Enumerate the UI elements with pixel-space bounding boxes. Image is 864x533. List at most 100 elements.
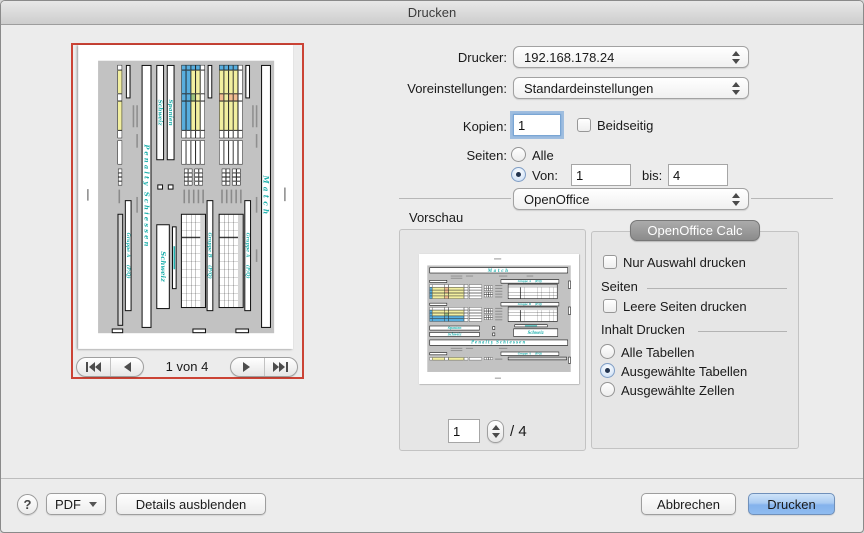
popup-arrows-icon [732,193,741,206]
pages-to-label: bis: [642,168,662,183]
popup-arrows-icon [732,82,741,95]
pages-from-label: Von: [532,168,558,183]
schweiz-box-right: Schweiz [513,329,558,337]
group-a2-bar: Gruppe A(P/Q) [125,200,132,311]
vorschau-page-input[interactable] [448,419,480,443]
left-preview-mount: Match Gruppe A(P/Q) Gruppe B(P/Q) [78,45,293,349]
preview-nav-back-group [76,357,144,377]
print-button[interactable]: Drucken [748,493,835,515]
preview-page-status: 1 von 4 [144,359,230,374]
pages-all-radio[interactable] [511,147,526,162]
preview-table-bottom-right [508,357,567,360]
copies-label: Kopien: [337,119,507,134]
sheet-header-text [284,188,286,202]
sheet-title: Match [488,268,510,273]
pages-label: Seiten: [337,148,507,163]
details-toggle-button[interactable]: Details ausblenden [116,493,266,515]
group-a2-bar: Gruppe A(P/Q) [501,352,559,356]
selected-cells-radio[interactable] [600,382,615,397]
spanien-box: Spanien [429,326,479,331]
section-divider [399,198,511,199]
selected-cells-label: Ausgewählte Zellen [621,383,734,398]
empty-pages-checkbox[interactable] [603,299,617,313]
stepper-down-icon [492,433,500,438]
pages-section-line [647,288,787,289]
help-icon: ? [24,497,32,512]
sheet-footer-text [87,189,89,201]
selected-tables-label: Ausgewählte Tabellen [621,364,747,379]
previous-page-icon [121,362,133,372]
preview-table-bottom [429,357,468,360]
printer-select[interactable]: 192.168.178.24 [513,46,749,68]
cancel-button[interactable]: Abbrechen [641,493,736,515]
popup-arrows-icon [732,51,741,64]
printer-label: Drucker: [337,50,507,65]
app-options-select[interactable]: OpenOffice [513,188,749,210]
next-page-icon [241,362,253,372]
first-page-button[interactable] [77,358,110,376]
empty-pages-label: Leere Seiten drucken [623,299,747,314]
spanien-box: Spanien [167,65,175,160]
duplex-checkbox[interactable] [577,118,591,132]
preview-nav-forward-group [230,357,298,377]
vorschau-label: Vorschau [409,210,463,225]
sheet-content-area: Match Gruppe A(P/Q) Gruppe B(P/Q) [98,61,274,333]
sheet-title: Match [262,176,270,218]
penalty-bar: Penalty Schiessen [429,340,568,346]
only-selection-checkbox[interactable] [603,255,617,269]
sheet-content-area: Match Gruppe A(P/Q) Gruppe B(P/Q) [427,265,570,372]
presets-label: Voreinstellungen: [337,81,507,96]
pages-all-label: Alle [532,148,554,163]
preview-table-b-right [181,214,206,308]
group-a-bar: Gruppe A(P/Q) [244,200,251,311]
pages-range-radio[interactable] [511,167,526,182]
sheet-title-bar: Match [429,267,568,273]
sheet-footer-text [495,378,501,379]
vorschau-page-total: / 4 [510,423,527,440]
copies-input[interactable] [513,114,561,136]
only-selection-label: Nur Auswahl drucken [623,255,746,270]
section-divider [751,198,833,199]
preview-table-a-right [508,284,558,299]
penalty-bar: Penalty Schiessen [142,65,152,328]
pdf-dropdown-arrow-icon [89,502,97,507]
last-page-button[interactable] [264,358,298,376]
preview-table-bottom-right [117,214,123,326]
pdf-button[interactable]: PDF [46,493,106,515]
print-preview-page: Match Gruppe A(P/Q) Gruppe B(P/Q) [78,45,293,349]
preview-table-bottom [117,65,122,138]
previous-page-button[interactable] [110,358,144,376]
group-b-bar: Gruppe B(P/Q) [207,200,214,311]
preview-table-a [219,65,243,138]
calc-options-tab[interactable]: OpenOffice Calc [630,220,760,241]
all-tables-radio[interactable] [600,344,615,359]
content-section-label: Inhalt Drucken [601,322,685,337]
content-section-line [698,331,787,332]
next-page-button[interactable] [231,358,264,376]
sheet-title-bar: Match [261,65,271,328]
dialog-title: Drucken [408,5,456,20]
preview-table-b [429,307,468,321]
preview-table-b [181,65,205,138]
schweiz-box-left: Schweiz [156,65,164,160]
help-button[interactable]: ? [17,494,38,515]
title-bar: Drucken [1,1,863,25]
vorschau-preview-mount: Match Gruppe A(P/Q) Gruppe B(P/Q) [419,254,579,384]
print-preview-page: Match Gruppe A(P/Q) Gruppe B(P/Q) [419,254,579,384]
all-tables-label: Alle Tabellen [621,345,694,360]
preview-table-b-right [508,307,558,322]
page-from-input[interactable] [571,164,631,186]
preview-table-a [429,284,468,298]
page-to-input[interactable] [668,164,728,186]
preview-table-a-right [219,214,244,308]
footer-divider [1,478,864,479]
schweiz-box-left: Schweiz [429,332,479,337]
duplex-label: Beidseitig [597,118,653,133]
selected-tables-radio[interactable] [600,363,615,378]
pages-section-label: Seiten [601,279,638,294]
print-dialog: Drucken Match Gruppe A(P/Q) [0,0,864,533]
presets-select[interactable]: Standardeinstellungen [513,77,749,99]
vorschau-page-stepper[interactable] [487,420,504,443]
sheet-header-text [494,258,501,259]
schweiz-box-right: Schweiz [156,224,170,309]
